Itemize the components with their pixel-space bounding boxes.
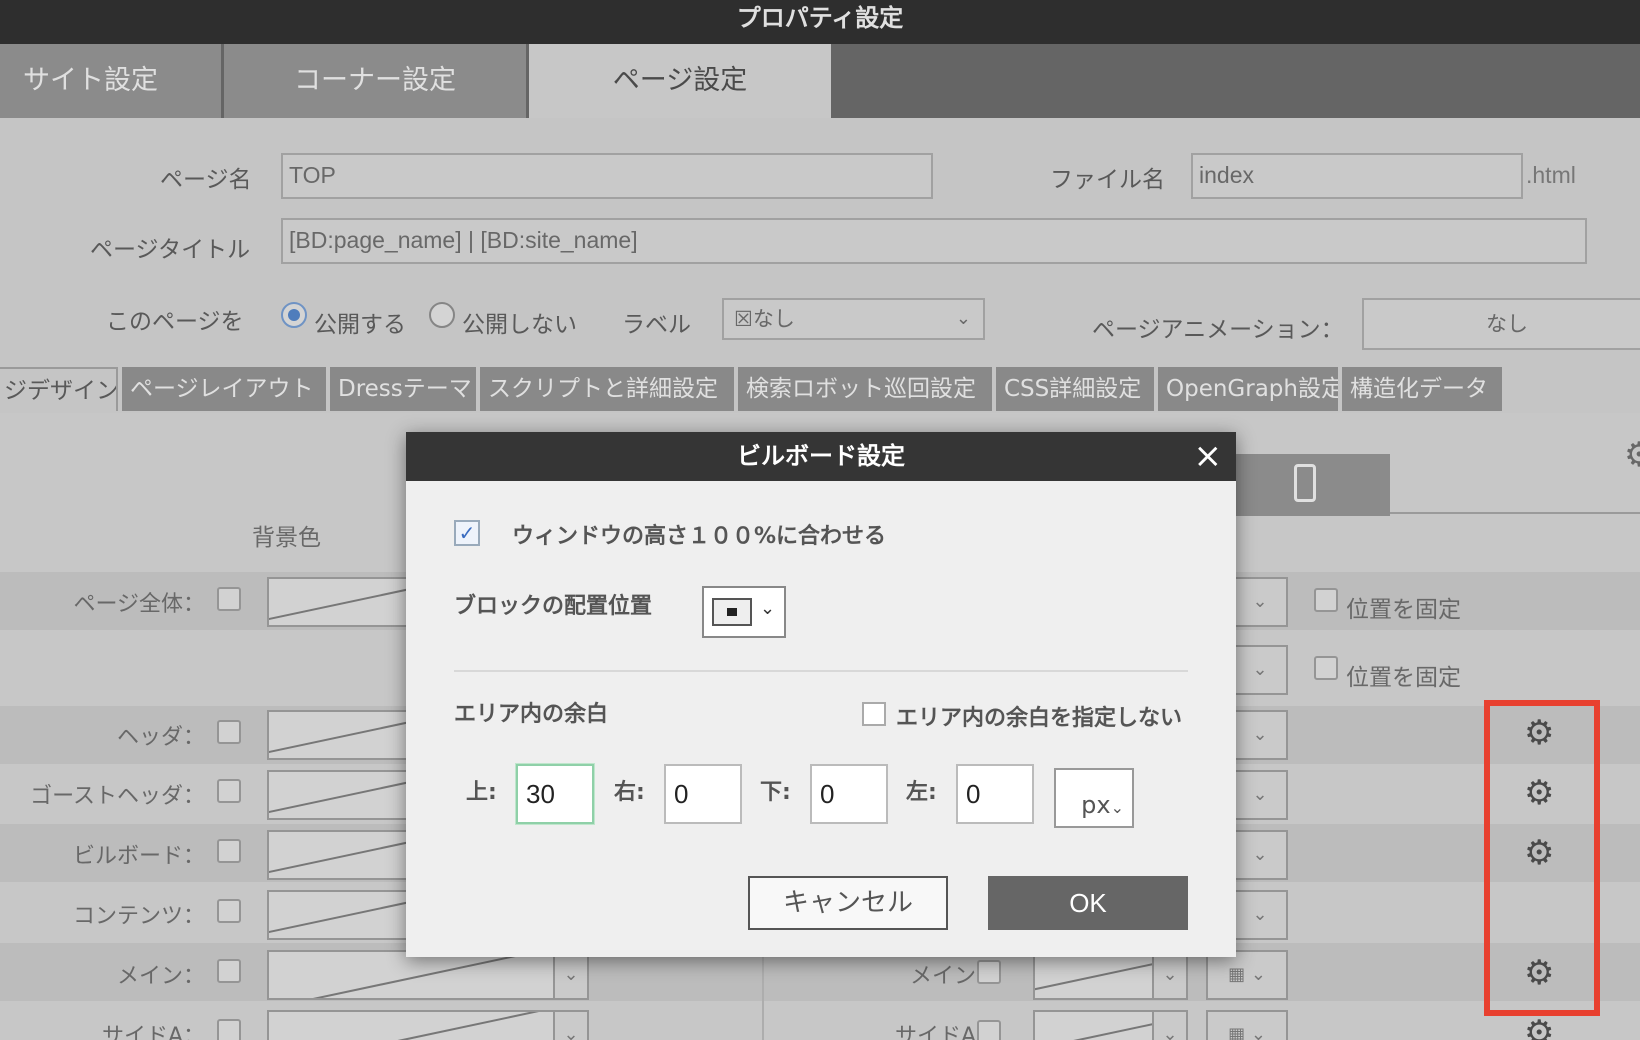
padding-left-label: 左: — [906, 780, 937, 805]
chevron-down-icon: ⌄ — [760, 598, 776, 619]
padding-right-input[interactable]: 0 — [664, 764, 742, 824]
padding-bottom-label: 下: — [760, 780, 791, 805]
padding-left-input[interactable]: 0 — [956, 764, 1034, 824]
cancel-button[interactable]: キャンセル — [748, 876, 948, 930]
fit-height-checkbox[interactable]: ✓ — [454, 520, 480, 546]
grid-position-center — [727, 608, 737, 616]
no-padding-checkbox[interactable] — [862, 702, 886, 726]
ok-button[interactable]: OK — [988, 876, 1188, 930]
block-position-select[interactable]: ⌄ — [702, 586, 786, 638]
highlight-box — [1484, 700, 1600, 1016]
padding-top-input[interactable]: 30 — [516, 764, 594, 824]
billboard-settings-dialog: ビルボード設定 × ✓ ウィンドウの高さ１００%に合わせる ブロックの配置位置 … — [406, 432, 1236, 957]
unit-select[interactable]: px⌄ — [1054, 768, 1134, 828]
padding-top-label: 上: — [466, 780, 497, 805]
divider — [454, 670, 1188, 672]
fit-height-label: ウィンドウの高さ１００%に合わせる — [512, 524, 887, 549]
dialog-title: ビルボード設定 — [406, 432, 1236, 481]
chevron-down-icon: ⌄ — [1110, 798, 1124, 817]
padding-bottom-input[interactable]: 0 — [810, 764, 888, 824]
grid-position-icon — [712, 598, 752, 626]
unit-value: px — [1081, 791, 1111, 819]
close-icon[interactable]: × — [1194, 436, 1223, 476]
no-padding-label: エリア内の余白を指定しない — [896, 706, 1183, 731]
block-position-label: ブロックの配置位置 — [454, 594, 653, 619]
padding-label: エリア内の余白 — [454, 702, 609, 727]
padding-right-label: 右: — [614, 780, 645, 805]
